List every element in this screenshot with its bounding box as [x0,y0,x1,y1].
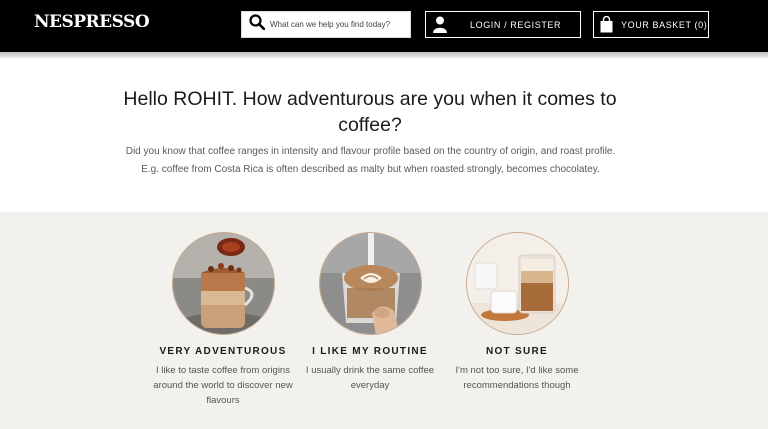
user-icon [433,16,447,35]
top-header: NESPRESSO LOGIN / REGISTER YOUR BASKET (… [0,0,768,52]
basket-label: YOUR BASKET (0) [621,19,708,30]
latte-art-image[interactable] [318,232,422,335]
option-description: I like to taste coffee from origins arou… [153,365,293,406]
search-box[interactable] [241,11,411,38]
iced-coffee-image[interactable] [171,232,275,335]
option-i-like-my-routine[interactable]: I LIKE MY ROUTINE I usually drink the sa… [297,232,443,393]
login-register-button[interactable]: LOGIN / REGISTER [425,11,581,38]
option-description: I usually drink the same coffee everyday [305,365,435,391]
option-title: VERY ADVENTUROUS [159,346,287,357]
login-register-label: LOGIN / REGISTER [470,19,562,30]
search-icon[interactable] [249,14,266,35]
coffee-cups-image[interactable] [465,232,569,335]
page-title: Hello ROHIT. How adventurous are you whe… [123,88,617,136]
option-title: NOT SURE [485,346,549,357]
search-input[interactable] [270,20,410,29]
shopping-bag-icon [600,15,613,35]
option-very-adventurous[interactable]: VERY ADVENTUROUS I like to taste coffee … [150,232,296,408]
option-not-sure[interactable]: NOT SURE I'm not too sure, I'd like some… [444,232,590,393]
intro-description: Did you know that coffee ranges in inten… [125,146,616,175]
basket-button[interactable]: YOUR BASKET (0) [593,11,709,38]
option-title: I LIKE MY ROUTINE [312,346,428,357]
nespresso-logo[interactable]: NESPRESSO [34,12,150,32]
option-description: I'm not too sure, I'd like some recommen… [455,365,579,391]
